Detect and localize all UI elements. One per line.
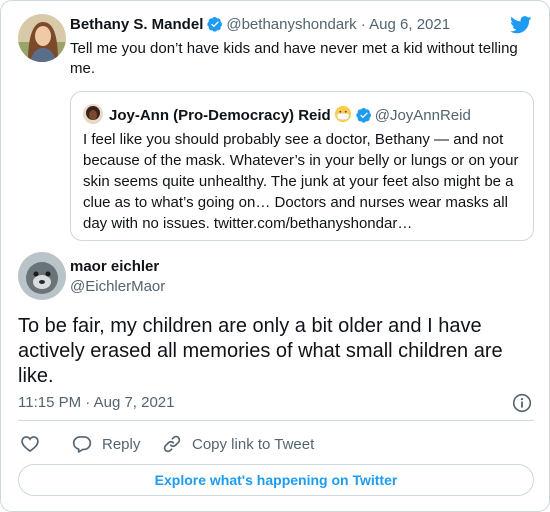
- author-handle[interactable]: @EichlerMaor: [70, 278, 165, 295]
- verified-badge-icon: [356, 108, 371, 123]
- author-handle-date[interactable]: @bethanyshondark · Aug 6, 2021: [226, 16, 450, 33]
- copy-link-button[interactable]: Copy link to Tweet: [162, 433, 314, 455]
- author-name[interactable]: Bethany S. Mandel: [70, 16, 203, 33]
- author-name[interactable]: maor eichler: [70, 258, 159, 275]
- like-button[interactable]: [20, 433, 50, 455]
- quoted-tweet[interactable]: Joy-Ann (Pro-Democracy) Reid @JoyAnnReid…: [70, 91, 534, 241]
- parent-tweet-header: Bethany S. Mandel @bethanyshondark · Aug…: [70, 16, 450, 33]
- twitter-bird-icon[interactable]: [510, 16, 532, 34]
- divider: [18, 420, 534, 421]
- info-icon[interactable]: [512, 393, 532, 413]
- maor-avatar[interactable]: [18, 252, 66, 300]
- tweet-text: To be fair, my children are only a bit o…: [18, 315, 503, 387]
- reply-button[interactable]: Reply: [72, 433, 140, 455]
- heart-icon: [21, 436, 39, 453]
- joyann-avatar: [83, 104, 103, 124]
- parent-tweet-text: Tell me you don’t have kids and have nev…: [70, 40, 518, 77]
- link-icon: [163, 435, 181, 453]
- reply-label: Reply: [102, 435, 141, 453]
- copy-link-label: Copy link to Tweet: [192, 435, 315, 453]
- quoted-tweet-header: Joy-Ann (Pro-Democracy) Reid @JoyAnnReid: [109, 105, 471, 124]
- explore-label: Explore what's happening on Twitter: [154, 472, 398, 488]
- quoted-author-name: Joy-Ann (Pro-Democracy) Reid: [109, 107, 331, 124]
- quoted-author-handle: @JoyAnnReid: [374, 107, 471, 124]
- tweet-timestamp[interactable]: 11:15 PM · Aug 7, 2021: [18, 394, 175, 411]
- mask-face-emoji: [334, 105, 351, 123]
- reply-icon: [72, 436, 92, 453]
- explore-twitter-button[interactable]: Explore what's happening on Twitter: [18, 464, 534, 496]
- quoted-tweet-text: I feel like you should probably see a do…: [83, 131, 519, 232]
- bethany-avatar[interactable]: [18, 14, 66, 62]
- verified-badge-icon: [207, 17, 223, 32]
- embedded-tweet-card: Bethany S. Mandel @bethanyshondark · Aug…: [0, 0, 550, 512]
